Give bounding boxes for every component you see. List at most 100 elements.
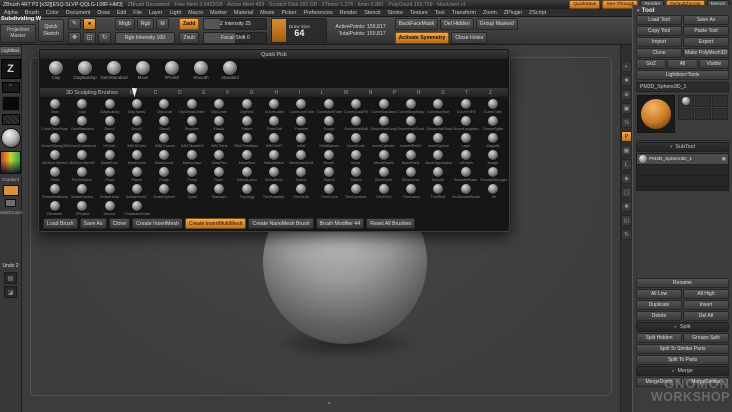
alpha-picker-icon[interactable] (1, 96, 20, 111)
brush-pena[interactable]: PenA (41, 166, 68, 183)
scale-icon[interactable]: ◱ (621, 215, 632, 226)
brush-tilt[interactable]: Tilt (480, 183, 507, 200)
brush-standard[interactable]: Standard (205, 183, 232, 200)
menu-layer[interactable]: Layer (149, 10, 163, 16)
brush-nudge[interactable]: Nudge (480, 149, 507, 166)
secondary-color-swatch[interactable] (5, 199, 16, 207)
brush-maskcircle[interactable]: MaskCircle (123, 149, 150, 166)
subtool-button-insert[interactable]: Insert (683, 300, 729, 310)
brush-morph[interactable]: Morph (315, 149, 342, 166)
brush-smooth[interactable]: Smooth (425, 166, 452, 183)
brush-curvequadfill[interactable]: CurveQuadFill (342, 98, 369, 115)
tool-button-goz[interactable]: GoZ (636, 59, 667, 69)
brush-trimdynamic[interactable]: TrimDynamic (342, 183, 369, 200)
brush-letter-h[interactable]: H (274, 90, 278, 96)
quickpick-brush-move[interactable]: Move (129, 60, 157, 80)
brush-slicecircle[interactable]: SliceCircle (370, 166, 397, 183)
menu-macro[interactable]: Macro (188, 10, 203, 16)
quicksketch-button[interactable]: Quick Sketch (38, 19, 64, 42)
brush-letter-i[interactable]: I (299, 90, 300, 96)
brush-cliprect[interactable]: ClipRect (233, 98, 260, 115)
recent-tool-slot[interactable] (678, 108, 694, 120)
menu-color[interactable]: Color (46, 10, 59, 16)
brush-gouge[interactable]: Gouge (315, 115, 342, 132)
popup-button-save-as[interactable]: Save As (79, 218, 107, 229)
recent-tool-slot[interactable] (712, 95, 728, 107)
scale-mode-icon[interactable]: ◱ (83, 31, 96, 44)
visibility-eye-icon[interactable]: ◉ (722, 156, 726, 162)
brush-snakesphere[interactable]: SnakeSphere (151, 183, 178, 200)
quickpick-brush-clay[interactable]: Clay (42, 60, 70, 80)
titlebar-button-quicksave[interactable]: QuickSave (569, 0, 601, 9)
brush-mahcut-mechb[interactable]: MAHcut MechB (68, 149, 95, 166)
quickpick-brush-damstandard[interactable]: DamStandard (100, 60, 128, 80)
brush-trimsmoothborder[interactable]: TrimSmoothBorder (452, 183, 480, 200)
current-tool-thumbnail[interactable] (637, 95, 675, 133)
brush-blob[interactable]: Blob (41, 98, 68, 115)
subtool-button-all-low[interactable]: All Low (636, 289, 682, 299)
menu-transform[interactable]: Transform (452, 10, 476, 16)
brush-selectrect[interactable]: SelectRect (260, 166, 287, 183)
brush-inflat[interactable]: Inflat (288, 132, 315, 149)
brush-zproject[interactable]: ZProject (69, 200, 97, 217)
menu-light[interactable]: Light (169, 10, 181, 16)
brush-mpolish[interactable]: mPolish (452, 149, 479, 166)
color-picker-icon[interactable] (0, 151, 21, 174)
menu-file[interactable]: File (133, 10, 142, 16)
brush-maskrect[interactable]: MaskRect (233, 149, 260, 166)
mode-m[interactable]: M (156, 17, 169, 30)
brush-smoothvalence[interactable]: SmoothValence (41, 183, 68, 200)
brush-imm-modelkit[interactable]: IMM ModelKit (178, 132, 205, 149)
recent-tool-slot[interactable] (695, 95, 711, 107)
brush-maskpen[interactable]: MaskPen (205, 149, 232, 166)
brush-letter-s[interactable]: S (441, 90, 444, 96)
brush-trimadaptive[interactable]: TrimAdaptive (260, 183, 287, 200)
brush-magnify[interactable]: Magnify (480, 132, 507, 149)
tool-button-all[interactable]: All (667, 59, 698, 69)
brush-mahcut-mecha[interactable]: MAHcut MechA (41, 149, 68, 166)
brush-pump[interactable]: Pump (178, 166, 205, 183)
brush-rake[interactable]: Rake (205, 166, 232, 183)
menu-brush[interactable]: Brush (25, 10, 39, 16)
brush-letter-g[interactable]: G (250, 90, 254, 96)
frame-icon[interactable]: ▢ (621, 187, 632, 198)
projection-master-button[interactable]: Projection Master (0, 24, 36, 43)
tool-button-lightbox-tools[interactable]: Lightbox>Tools (636, 70, 729, 80)
brush-inflatballoon[interactable]: InflatBalloon (315, 132, 342, 149)
lsym-icon[interactable]: ◈ (621, 173, 632, 184)
brush-clipcurve[interactable]: ClipCurve (205, 98, 232, 115)
brush-groomhairlong[interactable]: GroomHairLong (370, 115, 397, 132)
brush-slash3[interactable]: Slash3 (342, 166, 369, 183)
stroke-picker-icon[interactable]: ~ (1, 82, 20, 93)
recent-tool-slot[interactable] (695, 108, 711, 120)
brush-curvelathe[interactable]: CurveLathe (260, 98, 287, 115)
menu-material[interactable]: Material (234, 10, 253, 16)
brush-groomhairshort[interactable]: GroomHairShort (397, 115, 424, 132)
menu-document[interactable]: Document (66, 10, 91, 16)
brush-groomhairtoss[interactable]: GroomHairToss (425, 115, 452, 132)
subtool-button-del-all[interactable]: Del All (683, 311, 729, 321)
brush-letter-r[interactable]: R (417, 90, 421, 96)
subtool-button-rename[interactable]: Rename (636, 278, 729, 288)
menu-alpha[interactable]: Alpha (4, 10, 18, 16)
brush-planar[interactable]: Planar (123, 166, 150, 183)
brush-zmodeler[interactable]: ZModeler (41, 200, 69, 217)
recent-tool-slot[interactable] (678, 95, 694, 107)
brush-moveelastic[interactable]: MoveElastic (370, 149, 397, 166)
brush-maskcurve[interactable]: MaskCurve (151, 149, 178, 166)
brush-imm-primitives[interactable]: IMM Primitives (233, 132, 260, 149)
brush-letter-f[interactable]: F (226, 90, 229, 96)
brush-imm-bparts[interactable]: IMM BParts (123, 132, 150, 149)
aa-half-icon[interactable]: ½ (621, 117, 632, 128)
brush-groomturbulence[interactable]: GroomTurbulence (68, 132, 96, 149)
brush-wound[interactable]: Wound (96, 200, 124, 217)
tool-button-visible[interactable]: Visible (698, 59, 729, 69)
brush-matchmaker[interactable]: MatchMaker (260, 149, 287, 166)
split-button-split-to-similar-parts[interactable]: Split To Similar Parts (636, 344, 729, 354)
brush-damstandard[interactable]: DamStandard (68, 115, 95, 132)
rotate-mode-icon[interactable]: ↻ (98, 31, 111, 44)
menu-picker[interactable]: Picker (281, 10, 296, 16)
menu-marker[interactable]: Marker (210, 10, 227, 16)
popup-button-reset-all-brushes[interactable]: Reset All Brushes (366, 218, 416, 229)
brush-clipcircle[interactable]: ClipCircle (151, 98, 178, 115)
